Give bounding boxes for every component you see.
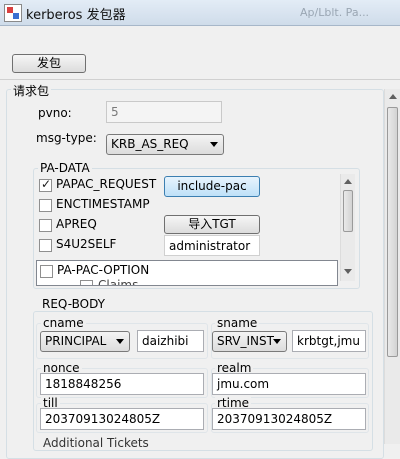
- cname-type-value: PRINCIPAL: [45, 334, 107, 348]
- send-button[interactable]: 发包: [12, 54, 86, 73]
- main-scrollbar-thumb[interactable]: [387, 107, 398, 357]
- enctimestamp-label: ENCTIMESTAMP: [56, 197, 150, 211]
- include-pac-button[interactable]: include-pac: [164, 176, 260, 197]
- realm-field[interactable]: jmu.com: [212, 373, 366, 395]
- reqbody-group-label: REQ-BODY: [40, 297, 107, 311]
- apreq-checkbox[interactable]: [39, 219, 52, 232]
- papac-request-label: PAPAC_REQUEST: [56, 177, 157, 191]
- pvno-label: pvno:: [38, 106, 72, 120]
- tgt-user-field[interactable]: administrator: [164, 235, 260, 256]
- request-group-label: 请求包: [11, 82, 52, 99]
- sname-label: sname: [215, 316, 260, 330]
- claims-label: Claims: [98, 278, 139, 286]
- sname-type-select[interactable]: SRV_INST: [212, 331, 287, 352]
- nonce-field[interactable]: 1818848256: [40, 373, 204, 395]
- cname-type-select[interactable]: PRINCIPAL: [40, 331, 130, 352]
- chevron-down-icon: [116, 339, 124, 344]
- msgtype-label: msg-type:: [36, 131, 97, 145]
- enctimestamp-checkbox[interactable]: [39, 199, 52, 212]
- cname-field[interactable]: daizhibi: [137, 330, 204, 352]
- scroll-up-arrow-icon[interactable]: [389, 94, 397, 99]
- s4u2self-label: S4U2SELF: [56, 237, 117, 251]
- padata-scrollbar[interactable]: [340, 174, 355, 281]
- import-tgt-button[interactable]: 导入TGT: [164, 215, 260, 234]
- cname-label: cname: [41, 316, 86, 330]
- padata-scroll-down-icon[interactable]: [344, 269, 352, 274]
- s4u2self-checkbox[interactable]: [39, 239, 52, 252]
- padata-group-label: PA-DATA: [38, 161, 92, 175]
- additional-tickets-label: Additional Tickets: [41, 436, 151, 450]
- msgtype-select[interactable]: KRB_AS_REQ: [106, 134, 224, 155]
- papac-request-checkbox[interactable]: [39, 177, 52, 192]
- till-field[interactable]: 20370913024805Z: [40, 408, 204, 430]
- background-window-text: Ap/Lblt. Pa...: [300, 6, 370, 19]
- sname-field[interactable]: krbtgt,jmu: [292, 330, 366, 352]
- pa-pac-option-checkbox[interactable]: [40, 265, 53, 278]
- chevron-down-icon: [210, 142, 218, 147]
- rtime-field[interactable]: 20370913024805Z: [212, 408, 366, 430]
- apreq-label: APREQ: [56, 217, 97, 231]
- padata-scroll-up-icon[interactable]: [344, 179, 352, 184]
- padata-scrollbar-thumb[interactable]: [343, 190, 353, 232]
- msgtype-value: KRB_AS_REQ: [111, 137, 189, 151]
- toolbar-separator: [0, 79, 400, 80]
- title-bar: kerberos 发包器 Ap/Lblt. Pa...: [0, 0, 400, 26]
- chevron-down-icon: [273, 339, 281, 344]
- pvno-field[interactable]: 5: [106, 101, 222, 123]
- pa-pac-option-panel: PA-PAC-OPTION Claims: [36, 260, 338, 286]
- window-title: kerberos 发包器: [26, 8, 126, 23]
- app-icon: [4, 4, 22, 22]
- claims-checkbox[interactable]: [80, 280, 93, 285]
- pa-pac-option-label: PA-PAC-OPTION: [57, 263, 150, 277]
- sname-type-value: SRV_INST: [217, 334, 274, 348]
- main-scrollbar[interactable]: [384, 89, 400, 444]
